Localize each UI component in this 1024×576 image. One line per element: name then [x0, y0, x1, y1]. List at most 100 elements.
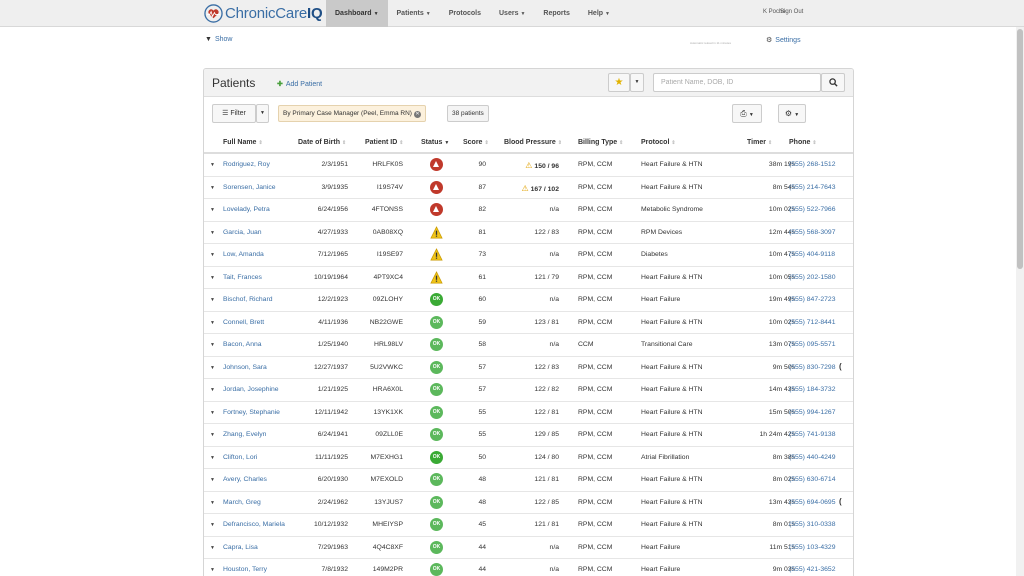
col-status[interactable]: Status ▼: [421, 139, 449, 146]
phone-link[interactable]: (555) 095-5571: [789, 341, 835, 348]
patient-name-link[interactable]: Houston, Terry: [223, 566, 267, 573]
phone-link[interactable]: (555) 404-9118: [789, 251, 835, 258]
col-patient-id[interactable]: Patient ID ⇕: [365, 139, 404, 146]
col-timer[interactable]: Timer ⇕: [747, 139, 772, 146]
table-row[interactable]: ▼ Avery, Charles 6/20/1930 M7EXOLD OK 48 121 /…: [204, 469, 853, 492]
patient-name-link[interactable]: Avery, Charles: [223, 476, 267, 483]
row-expand-icon[interactable]: ▼: [210, 252, 215, 258]
row-expand-icon[interactable]: ▼: [210, 320, 215, 326]
phone-link[interactable]: (555) 310-0338: [789, 521, 835, 528]
patient-search-input[interactable]: [653, 73, 821, 92]
table-row[interactable]: ▼ Bacon, Anna 1/25/1940 HRL98LV OK 58 n/a CCM Tr…: [204, 334, 853, 357]
add-patient-link[interactable]: ✚ Add Patient: [277, 80, 322, 88]
filter-button[interactable]: ☰ Filter: [212, 104, 256, 123]
table-row[interactable]: ▼ Fortney, Stephanie 12/11/1942 13YK1XK OK 55…: [204, 402, 853, 424]
row-expand-icon[interactable]: ▼: [210, 275, 215, 281]
patient-name-link[interactable]: Low, Amanda: [223, 251, 264, 258]
patient-name-link[interactable]: Sorensen, Janice: [223, 184, 276, 191]
table-row[interactable]: ▼ Zhang, Evelyn 6/24/1941 09ZLL0E OK 55 129 / …: [204, 424, 853, 447]
row-expand-icon[interactable]: ▼: [210, 522, 215, 528]
patient-name-link[interactable]: Capra, Lisa: [223, 544, 258, 551]
show-toggle[interactable]: ▼ Show: [205, 36, 232, 43]
table-row[interactable]: ▼ Houston, Terry 7/8/1932 149M2PR OK 44 n/a RPM…: [204, 559, 853, 576]
logo[interactable]: ChronicCareIQ: [204, 3, 323, 23]
phone-link[interactable]: (555) 202-1580: [789, 274, 835, 281]
col-dob[interactable]: Date of Birth ⇕: [298, 139, 346, 146]
table-row[interactable]: ▼ Connell, Brett 4/11/1936 NB22GWE OK 59 123 /…: [204, 312, 853, 334]
patient-name-link[interactable]: Jordan, Josephine: [223, 386, 279, 393]
favorites-button[interactable]: ★: [608, 73, 630, 92]
patient-name-link[interactable]: Connell, Brett: [223, 319, 264, 326]
row-expand-icon[interactable]: ▼: [210, 387, 215, 393]
phone-link[interactable]: (555) 522-7966: [789, 206, 835, 213]
patient-name-link[interactable]: Bacon, Anna: [223, 341, 262, 348]
col-phone[interactable]: Phone ⇕: [789, 139, 817, 146]
phone-link[interactable]: (555) 184-3732: [789, 386, 835, 393]
col-billing-type[interactable]: Billing Type ⇕: [578, 139, 623, 146]
row-expand-icon[interactable]: ▼: [210, 545, 215, 551]
active-filter-tag[interactable]: By Primary Case Manager (Peel, Emma RN) ✕: [278, 105, 426, 122]
row-expand-icon[interactable]: ▼: [210, 567, 215, 573]
table-row[interactable]: ▼ Bischof, Richard 12/2/1923 09ZLOHY OK 60 n/a…: [204, 289, 853, 312]
phone-link[interactable]: (555) 741-9138: [789, 431, 835, 438]
row-expand-icon[interactable]: ▼: [210, 500, 215, 506]
row-expand-icon[interactable]: ▼: [210, 477, 215, 483]
table-row[interactable]: ▼ Low, Amanda 7/12/1965 I19SE97 73 n/a RPM, CC…: [204, 244, 853, 267]
row-expand-icon[interactable]: ▼: [210, 410, 215, 416]
col-score[interactable]: Score ⇕: [463, 139, 489, 146]
phone-link[interactable]: (555) 830-7298: [789, 364, 835, 371]
nav-item-protocols[interactable]: Protocols: [440, 0, 490, 27]
table-row[interactable]: ▼ Garcia, Juan 4/27/1933 0AB08XQ 81 122 / 83 R…: [204, 222, 853, 244]
row-expand-icon[interactable]: ▼: [210, 297, 215, 303]
phone-link[interactable]: (555) 440-4249: [789, 454, 835, 461]
phone-link[interactable]: (555) 994-1267: [789, 409, 835, 416]
nav-item-patients[interactable]: Patients ▼: [388, 0, 440, 27]
phone-link[interactable]: (555) 630-6714: [789, 476, 835, 483]
favorites-dropdown[interactable]: ▼: [630, 73, 644, 92]
scrollbar-thumb[interactable]: [1017, 29, 1023, 269]
patient-name-link[interactable]: Garcia, Juan: [223, 229, 262, 236]
phone-link[interactable]: (555) 214-7643: [789, 184, 835, 191]
table-row[interactable]: ▼ Sorensen, Janice 3/9/1935 I19S74V 87 ⚠ 167 /…: [204, 177, 853, 199]
patient-name-link[interactable]: Tait, Frances: [223, 274, 262, 281]
row-expand-icon[interactable]: ▼: [210, 432, 215, 438]
col-protocol[interactable]: Protocol ⇕: [641, 139, 676, 146]
remove-filter-icon[interactable]: ✕: [413, 111, 421, 118]
table-row[interactable]: ▼ Clifton, Lori 11/11/1925 M7EXHG1 OK 50 124 /…: [204, 447, 853, 469]
sign-out-link[interactable]: Sign Out: [780, 0, 803, 27]
patient-name-link[interactable]: Clifton, Lori: [223, 454, 257, 461]
table-row[interactable]: ▼ Tait, Frances 10/19/1964 4PT9XC4 61 121 / 7…: [204, 267, 853, 289]
row-expand-icon[interactable]: ▼: [210, 365, 215, 371]
row-expand-icon[interactable]: ▼: [210, 185, 215, 191]
patient-name-link[interactable]: Fortney, Stephanie: [223, 409, 280, 416]
patient-name-link[interactable]: Zhang, Evelyn: [223, 431, 266, 438]
patient-name-link[interactable]: Bischof, Richard: [223, 296, 273, 303]
patient-name-link[interactable]: Lovelady, Petra: [223, 206, 270, 213]
row-expand-icon[interactable]: ▼: [210, 230, 215, 236]
phone-link[interactable]: (555) 421-3652: [789, 566, 835, 573]
table-row[interactable]: ▼ Lovelady, Petra 6/24/1956 4FTONSS 82 n/a RPM…: [204, 199, 853, 222]
filter-dropdown[interactable]: ▼: [256, 104, 269, 123]
table-row[interactable]: ▼ Defrancisco, Mariela 10/12/1932 MHEIYSP OK…: [204, 514, 853, 537]
patient-name-link[interactable]: March, Greg: [223, 499, 261, 506]
col-full-name[interactable]: Full Name ⇕: [223, 139, 263, 146]
row-expand-icon[interactable]: ▼: [210, 207, 215, 213]
print-button[interactable]: ⎙ ▼: [732, 104, 762, 123]
table-row[interactable]: ▼ Rodriguez, Roy 2/3/1951 HRLFK0S 90 ⚠ 150 / 9…: [204, 154, 853, 177]
phone-link[interactable]: (555) 268-1512: [789, 161, 835, 168]
patient-name-link[interactable]: Rodriguez, Roy: [223, 161, 270, 168]
phone-link[interactable]: (555) 712-8441: [789, 319, 835, 326]
table-row[interactable]: ▼ Jordan, Josephine 1/21/1925 HRA6X0L OK 57 12…: [204, 379, 853, 402]
nav-item-reports[interactable]: Reports: [534, 0, 578, 27]
row-expand-icon[interactable]: ▼: [210, 162, 215, 168]
nav-item-users[interactable]: Users ▼: [490, 0, 534, 27]
col-blood-pressure[interactable]: Blood Pressure ⇕: [504, 139, 562, 146]
table-row[interactable]: ▼ Capra, Lisa 7/29/1963 4Q4C8XF OK 44 n/a RPM, …: [204, 537, 853, 559]
settings-link[interactable]: ⚙ Settings: [766, 36, 801, 44]
call-icon[interactable]: (: [839, 497, 842, 506]
table-row[interactable]: ▼ Johnson, Sara 12/27/1937 5U2VWKC OK 57 122 /…: [204, 357, 853, 379]
search-button[interactable]: [821, 73, 845, 92]
row-expand-icon[interactable]: ▼: [210, 342, 215, 348]
row-expand-icon[interactable]: ▼: [210, 455, 215, 461]
nav-item-help[interactable]: Help ▼: [579, 0, 619, 27]
